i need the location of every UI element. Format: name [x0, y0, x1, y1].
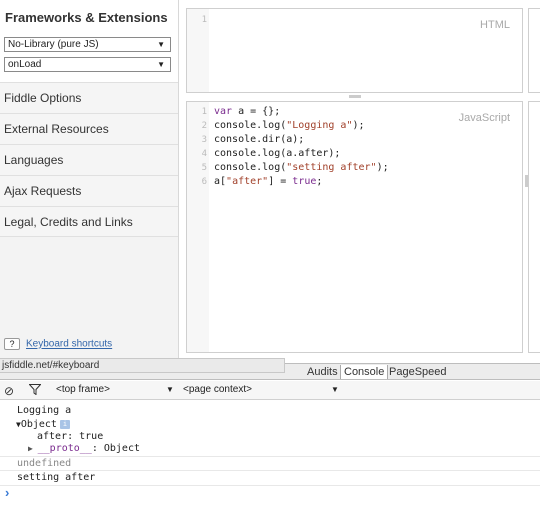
load-type-select[interactable]: onLoad ▼	[4, 57, 171, 72]
tab-pagespeed[interactable]: PageSpeed	[386, 365, 450, 379]
console-object-label: Object	[20, 419, 57, 430]
proto-key: __proto__	[37, 443, 92, 454]
frame-select-value[interactable]: <top frame>	[56, 384, 110, 395]
javascript-panel-label: JavaScript	[458, 112, 510, 124]
line-number: 4	[201, 149, 207, 159]
sidebar-item-fiddle-options[interactable]: Fiddle Options	[0, 82, 178, 113]
console-object[interactable]: ▼Object i	[16, 419, 70, 430]
console-undefined: undefined	[17, 458, 72, 469]
tab-audits[interactable]: Audits	[304, 365, 341, 379]
filter-icon[interactable]	[28, 384, 42, 398]
line-number: 3	[201, 135, 207, 145]
chevron-down-icon: ▼	[166, 385, 174, 394]
console-separator	[0, 485, 540, 486]
console-object-prop: after: true	[37, 431, 104, 442]
collapse-triangle-icon: ▶	[28, 444, 38, 453]
tab-console[interactable]: Console	[340, 365, 389, 379]
html-editor[interactable]: 1 HTML	[186, 8, 523, 93]
chevron-down-icon: ▼	[157, 60, 165, 69]
status-url-tooltip: jsfiddle.net/#keyboard	[0, 358, 285, 373]
info-icon: i	[59, 419, 70, 429]
line-number: 5	[201, 163, 207, 173]
html-panel-label: HTML	[480, 19, 510, 31]
console-separator	[0, 456, 540, 457]
sidebar-item-external-resources[interactable]: External Resources	[0, 113, 178, 144]
console-log-line: setting after	[17, 472, 96, 483]
sidebar-item-languages[interactable]: Languages	[0, 144, 178, 175]
line-number: 1	[201, 107, 207, 117]
frameworks-heading: Frameworks & Extensions	[0, 0, 178, 34]
sidebar-item-legal-credits[interactable]: Legal, Credits and Links	[0, 206, 178, 237]
keyboard-shortcuts: ? Keyboard shortcuts	[4, 338, 112, 350]
console-prompt-icon[interactable]: ›	[5, 485, 9, 500]
proto-value: : Object	[91, 443, 140, 454]
result-panel-edge	[528, 101, 540, 353]
console-proto[interactable]: ▶ __proto__: Object	[28, 443, 140, 454]
html-gutter: 1	[187, 9, 209, 92]
result-panel-edge	[528, 8, 540, 93]
console-separator	[0, 470, 540, 471]
code-line-2: console.log("Logging a");	[214, 120, 365, 131]
console-log-line: Logging a	[17, 405, 72, 416]
code-line-6: a["after"] = true;	[214, 176, 323, 187]
sidebar-item-ajax-requests[interactable]: Ajax Requests	[0, 175, 178, 206]
code-line-4: console.log(a.after);	[214, 148, 341, 159]
horizontal-resize-handle[interactable]	[349, 95, 361, 98]
line-number: 2	[201, 121, 207, 131]
js-gutter: 1 2 3 4 5 6	[187, 102, 209, 352]
keyboard-shortcuts-link[interactable]: Keyboard shortcuts	[26, 339, 112, 350]
code-line-5: console.log("setting after");	[214, 162, 389, 173]
code-line-3: console.dir(a);	[214, 134, 305, 145]
vertical-resize-handle[interactable]	[525, 175, 528, 187]
line-number: 1	[201, 15, 207, 25]
sidebar: Frameworks & Extensions No-Library (pure…	[0, 0, 179, 360]
javascript-editor[interactable]: 1 2 3 4 5 6 JavaScript var a = {}; conso…	[186, 101, 523, 353]
clear-console-icon[interactable]: ⊘	[4, 384, 14, 398]
chevron-down-icon: ▼	[331, 385, 339, 394]
load-select-value: onLoad	[8, 59, 42, 70]
chevron-down-icon: ▼	[157, 40, 165, 49]
library-select-value: No-Library (pure JS)	[8, 39, 99, 50]
console-toolbar: ⊘ <top frame> ▼ <page context> ▼	[0, 381, 540, 400]
context-select-value[interactable]: <page context>	[183, 384, 252, 395]
line-number: 6	[201, 177, 207, 187]
keyboard-help-icon[interactable]: ?	[4, 338, 20, 350]
code-line-1: var a = {};	[214, 106, 281, 117]
library-select[interactable]: No-Library (pure JS) ▼	[4, 37, 171, 52]
